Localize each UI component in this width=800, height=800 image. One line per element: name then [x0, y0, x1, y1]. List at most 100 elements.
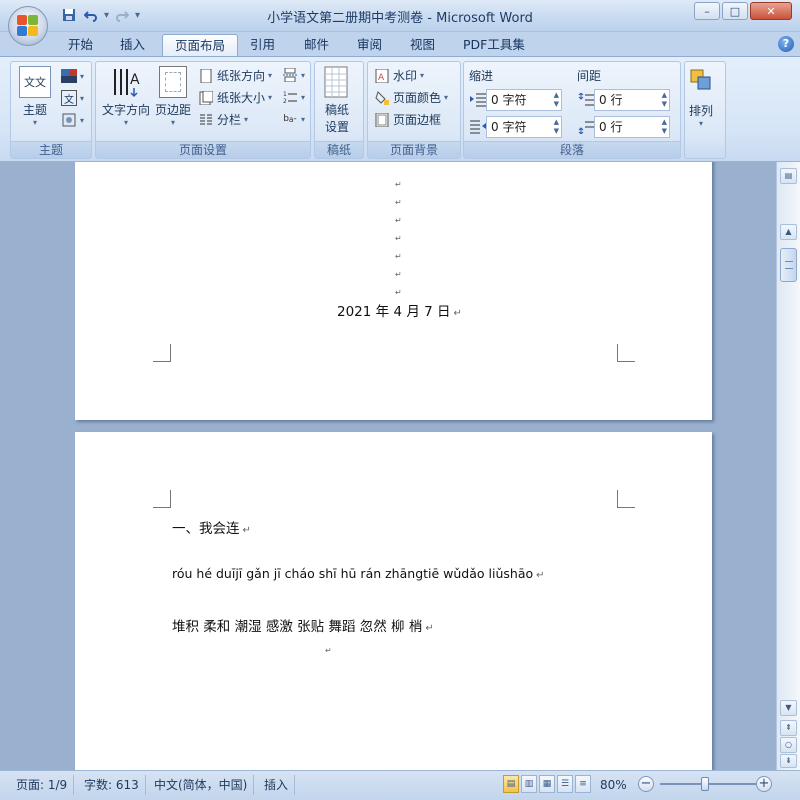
themes-group-label: 主题 [11, 141, 91, 158]
breaks-icon [282, 67, 298, 83]
tab-mailings[interactable]: 邮件 [292, 34, 341, 56]
close-button[interactable]: ✕ [750, 2, 792, 20]
themes-group: 文文 主题 ▾ ▾ 文 ▾ ▾ 主题 [10, 61, 92, 159]
ruler-toggle-icon[interactable]: ▤ [780, 168, 797, 184]
tab-insert[interactable]: 插入 [108, 34, 157, 56]
outline-view-icon[interactable]: ☰ [557, 775, 573, 793]
page-color-button[interactable]: 页面颜色 ▾ [374, 89, 448, 106]
next-page-icon[interactable]: ⇟ [780, 754, 797, 768]
paragraph-mark: ↵ [395, 234, 402, 243]
date-line[interactable]: 2021 年 4 月 7 日 ↵ [337, 300, 462, 320]
full-screen-reading-view-icon[interactable]: ▥ [521, 775, 537, 793]
spinner-arrows-icon[interactable]: ▲ ▼ [662, 91, 667, 109]
print-layout-view-icon[interactable]: ▤ [503, 775, 519, 793]
svg-text:A: A [130, 72, 140, 88]
zoom-level[interactable]: 80% [600, 775, 627, 795]
draft-view-icon[interactable]: ≡ [575, 775, 591, 793]
tab-page-layout[interactable]: 页面布局 [162, 34, 239, 56]
spinner-arrows-icon[interactable]: ▲ ▼ [662, 118, 667, 136]
indent-left-field[interactable]: 0 字符 ▲ ▼ [470, 89, 562, 111]
maximize-button[interactable]: □ [722, 2, 748, 20]
paragraph-mark: ↵ [395, 198, 402, 207]
page-1[interactable]: ↵ ↵ ↵ ↵ ↵ ↵ ↵ 2021 年 4 月 7 日 ↵ [75, 162, 712, 420]
paragraph-mark: ↵ [395, 252, 402, 261]
tab-home[interactable]: 开始 [56, 34, 105, 56]
select-browse-object-icon[interactable]: ○ [780, 737, 797, 753]
margins-label: 页边距 [154, 103, 191, 117]
zoom-out-icon[interactable]: − [638, 776, 654, 792]
arrange-button[interactable]: 排列 ▾ [689, 68, 713, 128]
page-borders-icon [374, 112, 390, 128]
web-layout-view-icon[interactable]: ▦ [539, 775, 555, 793]
window-title: 小学语文第二册期中考测卷 - Microsoft Word [267, 11, 533, 26]
orientation-button[interactable]: 纸张方向 ▾ [198, 67, 272, 84]
watermark-button[interactable]: A 水印 ▾ [374, 67, 424, 84]
spinner-arrows-icon[interactable]: ▲ ▼ [554, 118, 559, 136]
page-borders-button[interactable]: 页面边框 [374, 111, 441, 128]
paragraph-mark: ↵ [395, 180, 402, 189]
manuscript-group-label: 稿纸 [315, 141, 363, 158]
svg-text:1: 1 [283, 91, 287, 98]
paragraph-mark: ↵ [395, 270, 402, 279]
pinyin-line[interactable]: róu hé duījī gǎn jī cháo shī hū rán zhān… [172, 566, 545, 581]
office-button[interactable] [8, 6, 48, 46]
section-heading[interactable]: 一、我会连 ↵ [172, 517, 251, 537]
tab-pdf-tools[interactable]: PDF工具集 [451, 34, 537, 56]
words-line[interactable]: 堆积 柔和 潮湿 感激 张贴 舞蹈 忽然 柳 梢 ↵ [172, 615, 434, 635]
scroll-down-icon[interactable]: ▼ [780, 700, 797, 716]
spacing-after-field[interactable]: 0 行 ▲ ▼ [578, 116, 670, 138]
paragraph-group: 缩进 间距 0 字符▲▼ 0 字符▲▼ 0 行▲▼ 0 行▲▼ ↘ 段落 [463, 61, 681, 159]
size-button[interactable]: 纸张大小 ▾ [198, 89, 272, 106]
margin-corner-mark [617, 490, 635, 508]
tab-references[interactable]: 引用 [238, 34, 287, 56]
svg-text:2: 2 [283, 98, 287, 104]
margins-button[interactable]: 页边距 ▾ [152, 66, 194, 127]
hyphenation-button[interactable]: b a - ▾ [282, 111, 305, 127]
text-direction-button[interactable]: A 文字方向 ▾ [100, 66, 152, 127]
margin-corner-mark [153, 490, 171, 508]
page-count[interactable]: 页面: 1/9 [10, 775, 75, 795]
manuscript-group: 稿纸 设置 稿纸 [314, 61, 364, 159]
minimize-button[interactable]: – [694, 2, 720, 20]
scroll-up-icon[interactable]: ▲ [780, 224, 797, 240]
vertical-scrollbar[interactable]: ▤ ▲ ▼ ⇞ ○ ⇟ [776, 162, 800, 770]
paragraph-mark: ↵ [395, 216, 402, 225]
indent-right-icon [470, 119, 486, 135]
paragraph-group-label: 段落 [464, 141, 680, 158]
zoom-slider[interactable] [660, 777, 760, 791]
help-icon[interactable]: ? [778, 36, 794, 52]
breaks-button[interactable]: ▾ [282, 67, 305, 83]
theme-fonts-button[interactable]: 文 ▾ [61, 90, 84, 106]
line-numbers-button[interactable]: 1 2 ▾ [282, 89, 305, 105]
document-area[interactable]: ↵ ↵ ↵ ↵ ↵ ↵ ↵ 2021 年 4 月 7 日 ↵ 一、我会连 ↵ róu… [0, 162, 776, 770]
page-color-icon [374, 90, 390, 106]
spacing-before-field[interactable]: 0 行 ▲ ▼ [578, 89, 670, 111]
language-indicator[interactable]: 中文(简体，中国) [148, 775, 255, 795]
previous-page-icon[interactable]: ⇞ [780, 720, 797, 736]
scroll-thumb[interactable] [780, 248, 797, 282]
theme-effects-button[interactable]: ▾ [61, 112, 84, 128]
arrange-icon [689, 68, 713, 92]
themes-button[interactable]: 文文 主题 ▾ [19, 66, 51, 127]
tab-review[interactable]: 审阅 [345, 34, 394, 56]
insert-mode[interactable]: 插入 [258, 775, 296, 795]
orientation-icon [198, 68, 214, 84]
manuscript-setup-button[interactable]: 稿纸 设置 [324, 66, 350, 135]
indent-left-icon [470, 92, 486, 108]
ribbon-tabs: 开始 插入 页面布局 引用 邮件 审阅 视图 PDF工具集 ? [0, 32, 800, 56]
tab-view[interactable]: 视图 [398, 34, 447, 56]
columns-button[interactable]: 分栏 ▾ [198, 111, 248, 128]
theme-fonts-icon: 文 [61, 90, 77, 106]
indent-right-field[interactable]: 0 字符 ▲ ▼ [470, 116, 562, 138]
page-2[interactable]: 一、我会连 ↵ róu hé duījī gǎn jī cháo shī hū r… [75, 432, 712, 770]
arrange-group: 排列 ▾ [684, 61, 726, 159]
theme-colors-button[interactable]: ▾ [61, 68, 84, 84]
zoom-slider-thumb[interactable] [701, 777, 709, 791]
page-size-icon [198, 90, 214, 106]
word-count[interactable]: 字数: 613 [78, 775, 146, 795]
spinner-arrows-icon[interactable]: ▲ ▼ [554, 91, 559, 109]
svg-text:A: A [378, 73, 385, 83]
office-logo-icon [17, 15, 39, 37]
zoom-in-icon[interactable]: + [756, 776, 772, 792]
title-bar: ▾ ▾ 小学语文第二册期中考测卷 - Microsoft Word – □ ✕ [0, 0, 800, 46]
